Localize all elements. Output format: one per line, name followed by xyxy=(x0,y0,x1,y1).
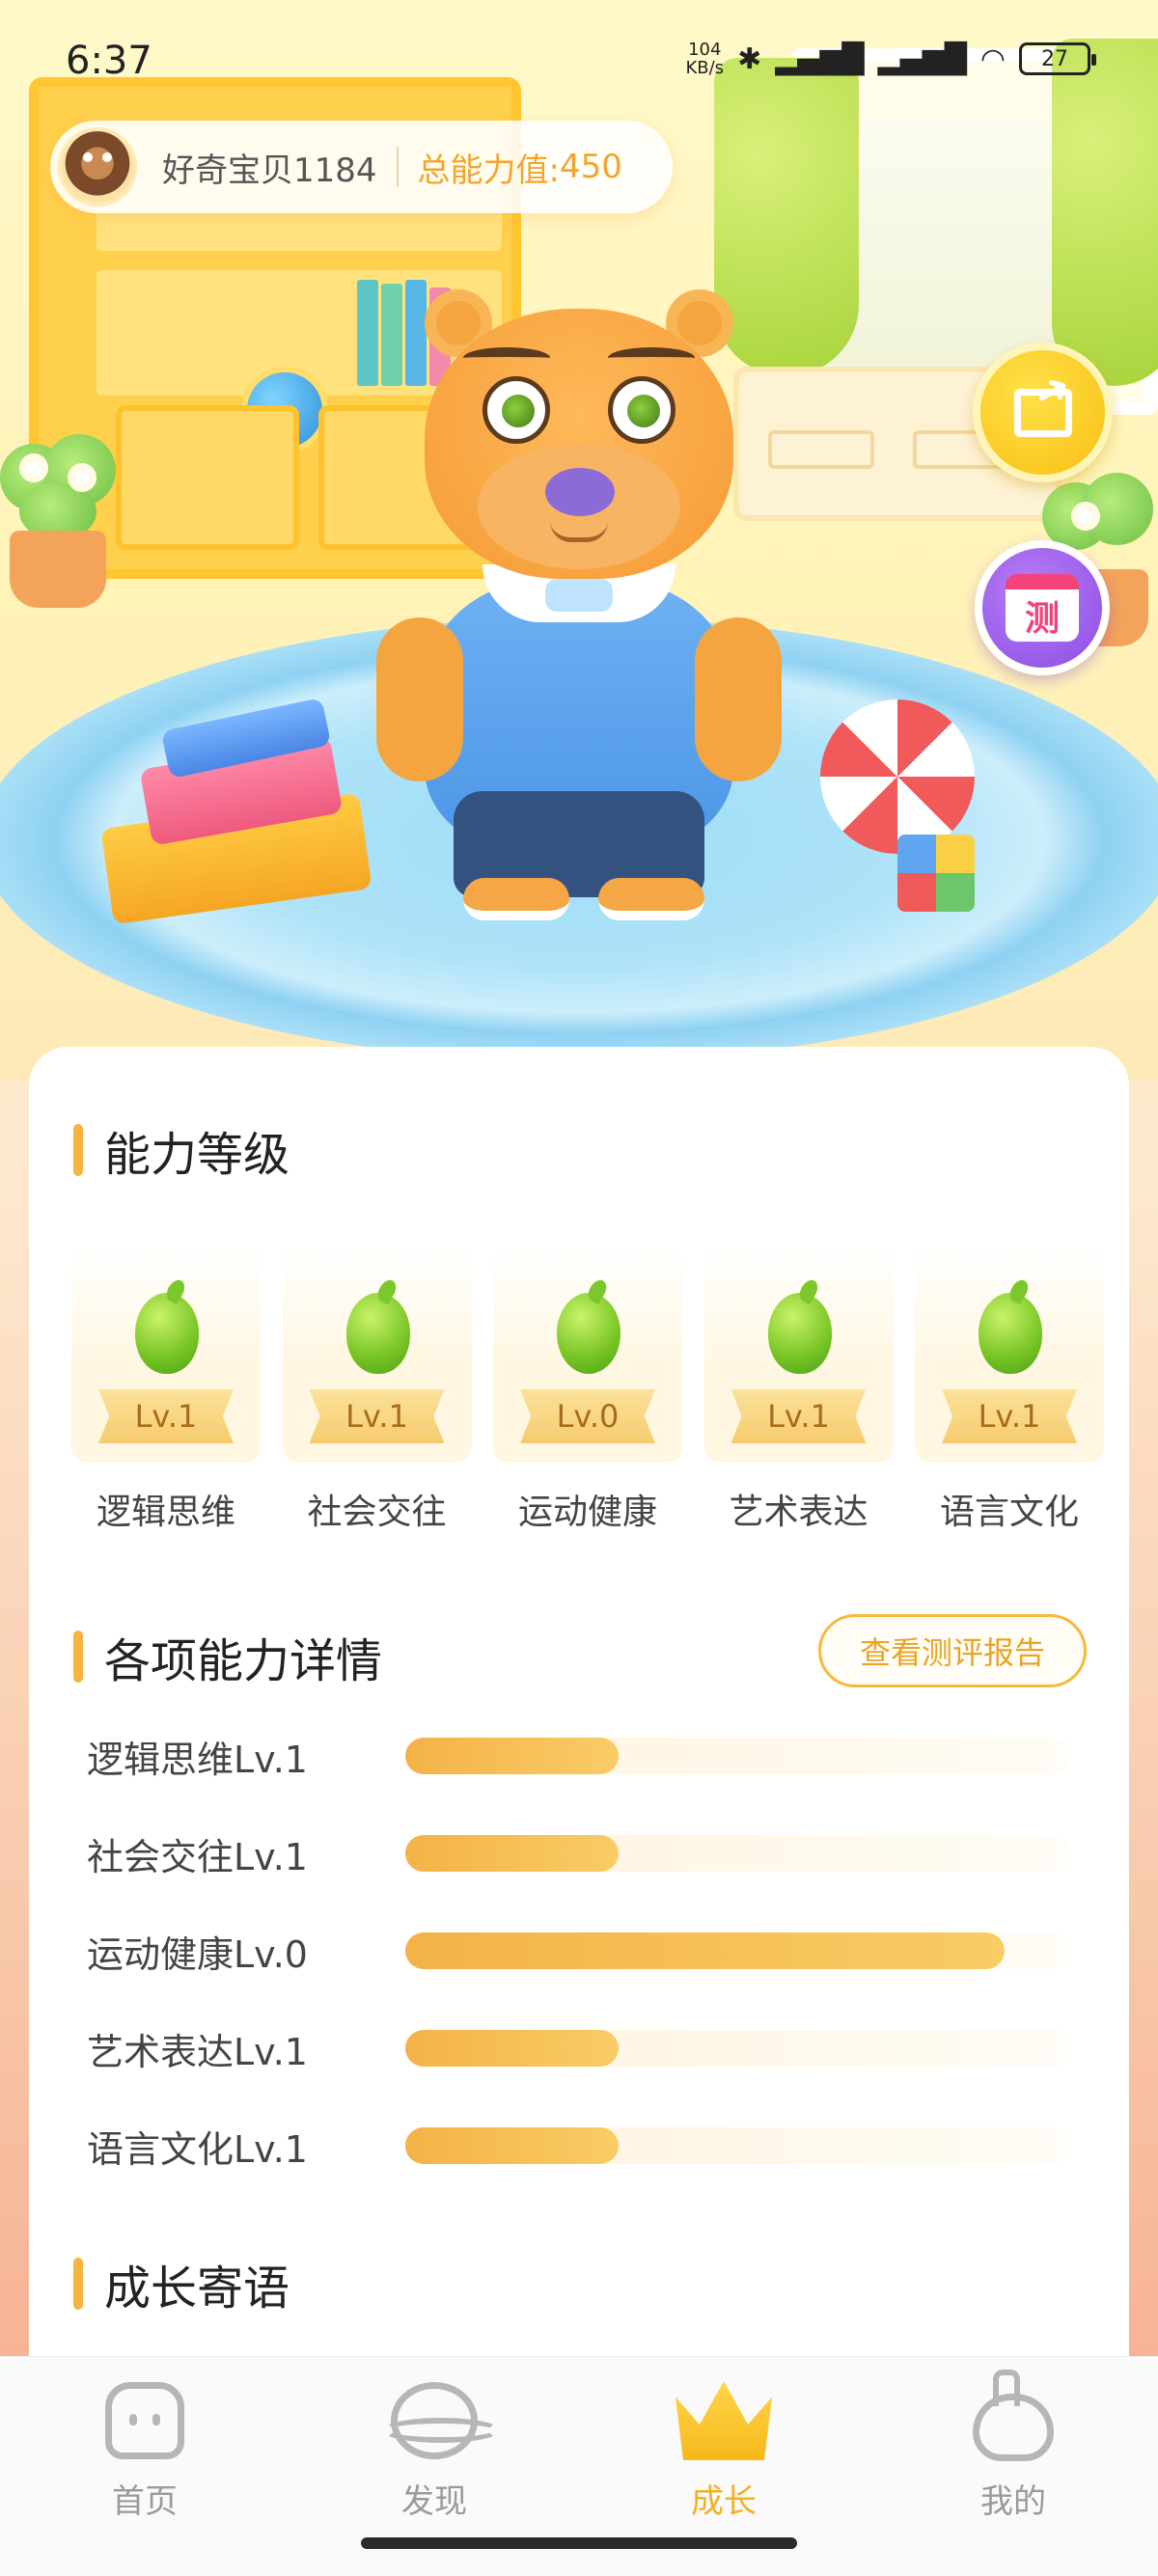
progress-track xyxy=(405,1932,1071,1969)
nav-label: 发现 xyxy=(401,2482,467,2521)
progress-fill xyxy=(405,1932,1005,1969)
network-speed: 104 KB/s xyxy=(685,40,725,78)
nav-label: 我的 xyxy=(980,2482,1046,2521)
ability-label: 逻辑思维Lv.1 xyxy=(87,1738,308,1781)
stacked-books xyxy=(100,697,376,925)
nav-label: 首页 xyxy=(112,2482,178,2521)
rubiks-cube xyxy=(897,835,975,912)
share-button[interactable] xyxy=(973,343,1113,482)
test-button[interactable]: 测 xyxy=(975,540,1110,675)
status-time: 6:37 xyxy=(66,39,152,83)
ability-label: 艺术表达Lv.1 xyxy=(87,2030,308,2073)
total-power-value: 450 xyxy=(560,148,622,186)
progress-track xyxy=(405,1835,1071,1872)
progress-fill xyxy=(405,1835,619,1872)
section-accent-bar xyxy=(73,2258,83,2310)
profile-icon xyxy=(973,2370,1054,2461)
ability-row: 运动健康Lv.0 xyxy=(87,1922,1100,1980)
home-indicator[interactable] xyxy=(361,2537,797,2549)
battery-icon: 27 xyxy=(1019,42,1096,75)
ability-row: 艺术表达Lv.1 xyxy=(87,2019,1100,2077)
ability-label: 语言文化Lv.1 xyxy=(87,2127,308,2171)
growth-page: 6:37 104 KB/s ✱ ▂▄▆█ ▂▄▆█ ◠ 27 好奇宝贝1184 … xyxy=(0,0,1158,2576)
user-info-pill[interactable]: 好奇宝贝1184 总能力值: 450 xyxy=(50,121,673,213)
home-icon xyxy=(105,2382,184,2459)
nav-item-home[interactable]: 首页 xyxy=(48,2376,241,2522)
avatar[interactable] xyxy=(58,127,137,206)
level-item-health[interactable]: Lv.0 运动健康 xyxy=(493,1245,682,1534)
level-name: 运动健康 xyxy=(517,1493,657,1532)
section-accent-bar xyxy=(73,1124,83,1176)
level-badge: Lv.1 xyxy=(731,1389,867,1443)
sprout-icon xyxy=(979,1293,1042,1374)
share-icon xyxy=(1013,388,1072,437)
level-badge: Lv.1 xyxy=(309,1389,445,1443)
total-power-label: 总能力值: xyxy=(417,151,560,190)
calendar-test-icon: 测 xyxy=(1006,574,1079,642)
section-growth-message: 成长寄语 xyxy=(73,2250,290,2317)
user-name: 好奇宝贝1184 xyxy=(162,151,377,190)
nav-label: 成长 xyxy=(691,2482,757,2521)
ability-label: 社会交往Lv.1 xyxy=(87,1835,308,1878)
level-name: 语言文化 xyxy=(939,1493,1079,1532)
ability-card: 能力等级 Lv.1 逻辑思维 Lv.1 社会交往 Lv.0 运动健康 Lv.1 … xyxy=(29,1047,1129,2494)
bear-mascot xyxy=(376,289,791,926)
progress-fill xyxy=(405,1738,619,1774)
ability-row: 社会交往Lv.1 xyxy=(87,1824,1100,1882)
level-name: 逻辑思维 xyxy=(96,1493,235,1532)
sprout-icon xyxy=(345,1293,410,1374)
ability-row: 语言文化Lv.1 xyxy=(87,2117,1100,2175)
level-item-social[interactable]: Lv.1 社会交往 xyxy=(282,1245,472,1534)
wifi-icon: ◠ xyxy=(979,41,1006,76)
nav-item-mine[interactable]: 我的 xyxy=(917,2370,1110,2522)
level-badge: Lv.1 xyxy=(942,1389,1077,1443)
progress-fill xyxy=(405,2030,619,2067)
nav-item-discover[interactable]: 发现 xyxy=(338,2376,531,2522)
status-icons: 104 KB/s ✱ ▂▄▆█ ▂▄▆█ ◠ 27 xyxy=(685,40,1096,78)
level-item-art[interactable]: Lv.1 艺术表达 xyxy=(703,1245,894,1534)
bluetooth-icon: ✱ xyxy=(737,41,762,76)
divider xyxy=(396,147,399,187)
discover-icon xyxy=(382,2382,500,2459)
crown-icon xyxy=(676,2381,772,2460)
level-list: Lv.1 逻辑思维 Lv.1 社会交往 Lv.0 运动健康 Lv.1 艺术表达 … xyxy=(71,1245,1104,1534)
ability-label: 运动健康Lv.0 xyxy=(87,1932,308,1976)
progress-fill xyxy=(405,2127,619,2164)
sprout-icon xyxy=(135,1293,199,1374)
sprout-icon xyxy=(557,1293,620,1374)
level-badge: Lv.1 xyxy=(98,1389,234,1443)
progress-track xyxy=(405,2030,1071,2067)
sprout-icon xyxy=(767,1293,832,1374)
ability-row: 逻辑思维Lv.1 xyxy=(87,1727,1100,1785)
level-name: 社会交往 xyxy=(307,1493,447,1532)
section-accent-bar xyxy=(73,1631,83,1683)
hd-signal-icon: ▂▄▆█ xyxy=(775,41,865,76)
section-ability-level: 能力等级 xyxy=(73,1116,290,1184)
level-name: 艺术表达 xyxy=(729,1493,868,1532)
hd-signal-icon: ▂▄▆█ xyxy=(877,41,967,76)
nav-item-growth[interactable]: 成长 xyxy=(627,2376,820,2522)
potted-plant xyxy=(0,434,116,608)
progress-track xyxy=(405,2127,1071,2164)
level-badge: Lv.0 xyxy=(520,1389,655,1443)
beach-ball xyxy=(820,699,975,854)
view-report-button[interactable]: 查看测评报告 xyxy=(818,1614,1087,1687)
level-item-language[interactable]: Lv.1 语言文化 xyxy=(915,1245,1104,1534)
level-item-logic[interactable]: Lv.1 逻辑思维 xyxy=(71,1245,261,1534)
status-bar: 6:37 104 KB/s ✱ ▂▄▆█ ▂▄▆█ ◠ 27 xyxy=(0,0,1158,125)
progress-track xyxy=(405,1738,1071,1774)
section-ability-details: 各项能力详情 xyxy=(73,1623,382,1690)
